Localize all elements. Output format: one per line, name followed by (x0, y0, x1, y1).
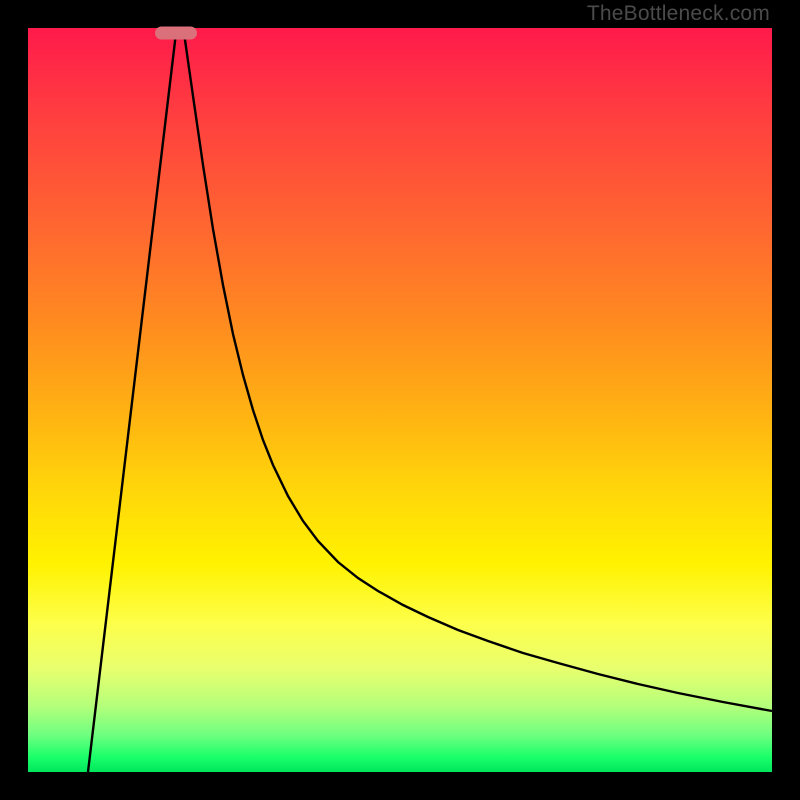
watermark-text: TheBottleneck.com (587, 2, 770, 26)
chart-frame: TheBottleneck.com (0, 0, 800, 800)
plot-area (28, 28, 772, 772)
bottleneck-curve (28, 28, 772, 772)
optimal-marker (155, 27, 197, 40)
curve-path (88, 33, 772, 772)
